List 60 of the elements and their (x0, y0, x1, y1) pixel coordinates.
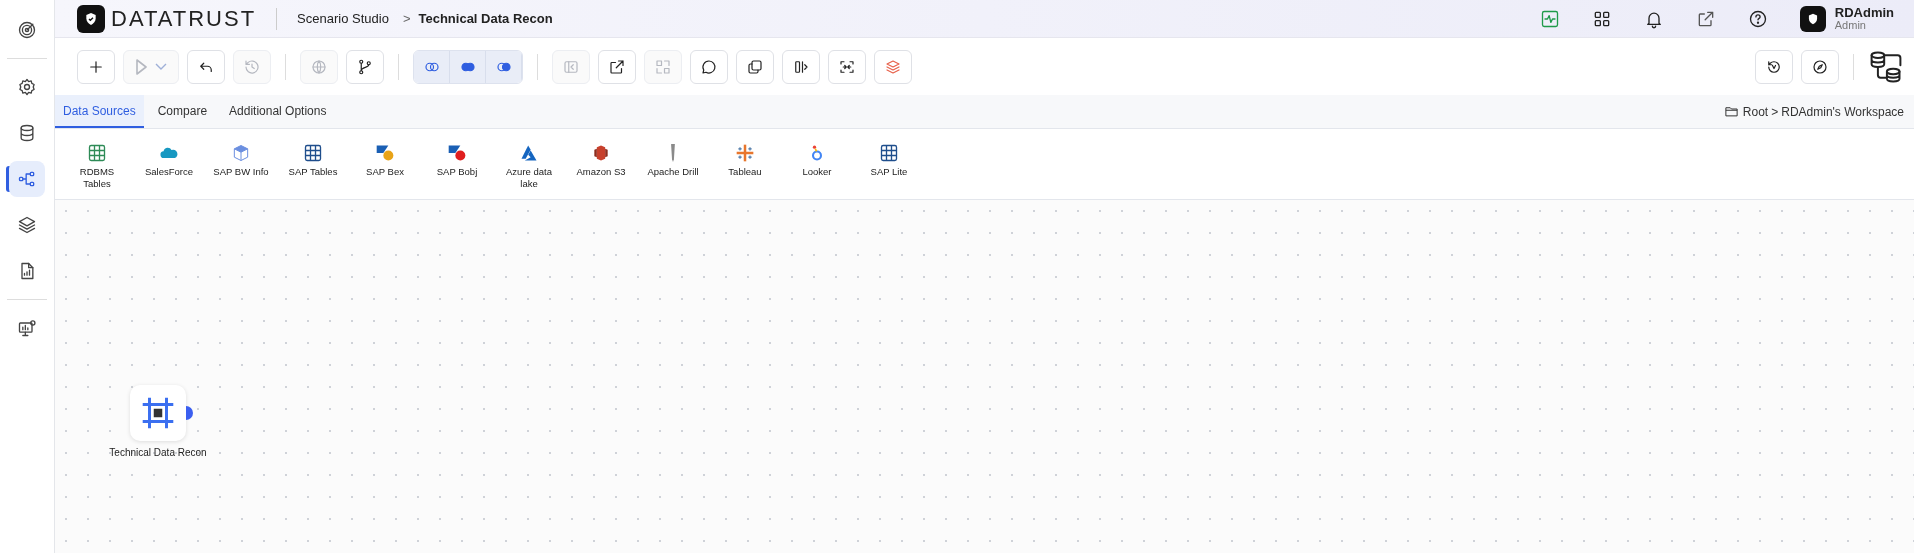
sidebar-item[interactable] (9, 161, 45, 197)
data-source-item[interactable]: SalesForce (133, 143, 205, 179)
location-link[interactable]: Root (1742, 95, 1769, 128)
copy-button[interactable] (736, 49, 774, 84)
node-card[interactable] (130, 385, 186, 441)
avatar-icon[interactable] (1799, 5, 1826, 32)
layers-icon (17, 215, 37, 235)
join-right-button[interactable] (486, 50, 522, 83)
merge-button[interactable] (828, 49, 866, 84)
branch-icon (356, 57, 374, 76)
external-icon (608, 57, 626, 76)
data-source-item[interactable]: RDBMS Tables (61, 143, 133, 191)
user-role: Admin (1834, 19, 1867, 32)
data-source-item[interactable]: SAP Lite (853, 143, 925, 179)
user-name: RDAdmin (1834, 5, 1894, 20)
node-port[interactable] (186, 406, 193, 420)
settings-icon (17, 77, 37, 97)
frame-icon (141, 396, 175, 430)
history-icon (243, 57, 261, 76)
comment-button[interactable] (690, 49, 728, 84)
branch-button[interactable] (346, 49, 384, 84)
external-button[interactable] (598, 49, 636, 84)
globe-icon (310, 57, 328, 76)
copy-icon (746, 57, 764, 76)
data-source-item[interactable]: SAP BW Info (205, 143, 277, 179)
join-inner-button[interactable] (414, 50, 450, 83)
tab[interactable]: Data Sources (55, 95, 144, 128)
tab[interactable]: Compare (149, 95, 216, 128)
data-source-item[interactable]: Apache Drill (637, 143, 709, 179)
flow-diagram-icon (17, 169, 37, 189)
version-history-button[interactable] (1755, 49, 1793, 84)
plus-button[interactable] (77, 49, 115, 84)
target-icon (17, 20, 37, 40)
compass-icon (1811, 57, 1829, 76)
node-label: Technical Data Recon (109, 447, 207, 458)
play-icon (135, 58, 147, 75)
breadcrumb-separator: > (402, 11, 411, 26)
data-source-item[interactable]: Tableau (709, 143, 781, 179)
split-button[interactable] (782, 49, 820, 84)
location-link[interactable]: RDAdmin's Workspace (1781, 95, 1904, 128)
compass-button[interactable] (1801, 49, 1839, 84)
tab[interactable]: Additional Options (221, 95, 335, 128)
data-source-item[interactable]: SAP Tables (277, 143, 349, 179)
data-source-item[interactable]: SAP Bex (349, 143, 421, 179)
location-separator: > (1771, 103, 1779, 121)
data-source-item[interactable]: Amazon S3 (565, 143, 637, 179)
shield-logo-icon (77, 4, 105, 33)
caret-icon (154, 62, 167, 71)
monitor-icon (17, 318, 37, 338)
page-title: Technical Data Recon (418, 11, 553, 26)
data-source-item[interactable]: Azure data lake (493, 143, 565, 191)
stack-button[interactable] (874, 49, 912, 84)
data-source-item[interactable]: SAP Bobj (421, 143, 493, 179)
join-left-button[interactable] (450, 50, 486, 83)
brand-name: DATATRUST (111, 5, 257, 32)
select-icon (654, 57, 672, 76)
folder-icon (1723, 104, 1739, 119)
data-source-item[interactable]: Looker (781, 143, 853, 179)
comment-icon (700, 57, 718, 76)
breadcrumb-link[interactable]: Scenario Studio (297, 11, 389, 26)
